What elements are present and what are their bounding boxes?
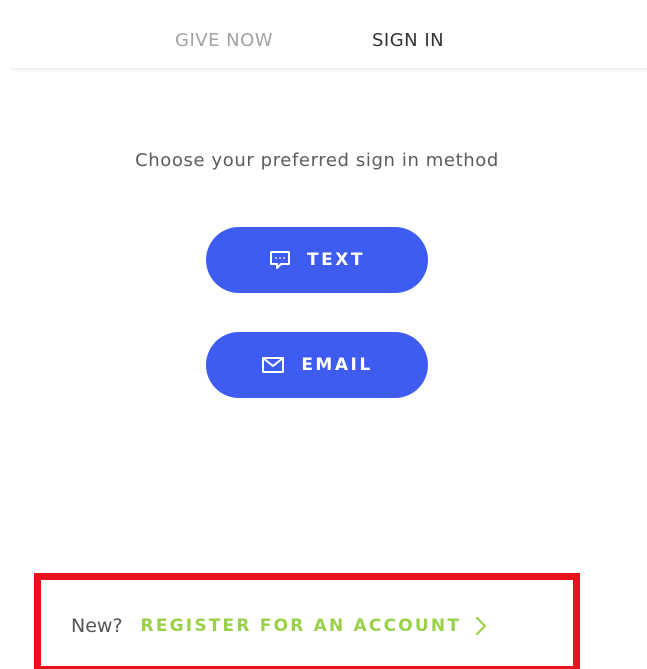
nav-divider xyxy=(10,68,647,72)
top-nav: GIVE NOW SIGN IN xyxy=(0,0,647,72)
new-user-label: New? xyxy=(71,615,123,637)
envelope-icon xyxy=(261,356,285,374)
sign-in-page: GIVE NOW SIGN IN Choose your preferred s… xyxy=(0,0,647,669)
text-sign-in-button[interactable]: TEXT xyxy=(206,227,428,293)
tab-give-now[interactable]: GIVE NOW xyxy=(175,30,273,51)
register-account-link[interactable]: REGISTER FOR AN ACCOUNT xyxy=(141,616,488,636)
register-row: New? REGISTER FOR AN ACCOUNT xyxy=(71,612,487,640)
register-link-label: REGISTER FOR AN ACCOUNT xyxy=(140,616,462,636)
chevron-right-icon xyxy=(475,616,487,636)
tab-sign-in[interactable]: SIGN IN xyxy=(372,30,444,51)
text-button-label: TEXT xyxy=(307,250,365,270)
sign-in-prompt: Choose your preferred sign in method xyxy=(135,150,499,171)
chat-bubble-icon xyxy=(269,250,291,270)
email-button-label: EMAIL xyxy=(301,355,373,375)
email-sign-in-button[interactable]: EMAIL xyxy=(206,332,428,398)
